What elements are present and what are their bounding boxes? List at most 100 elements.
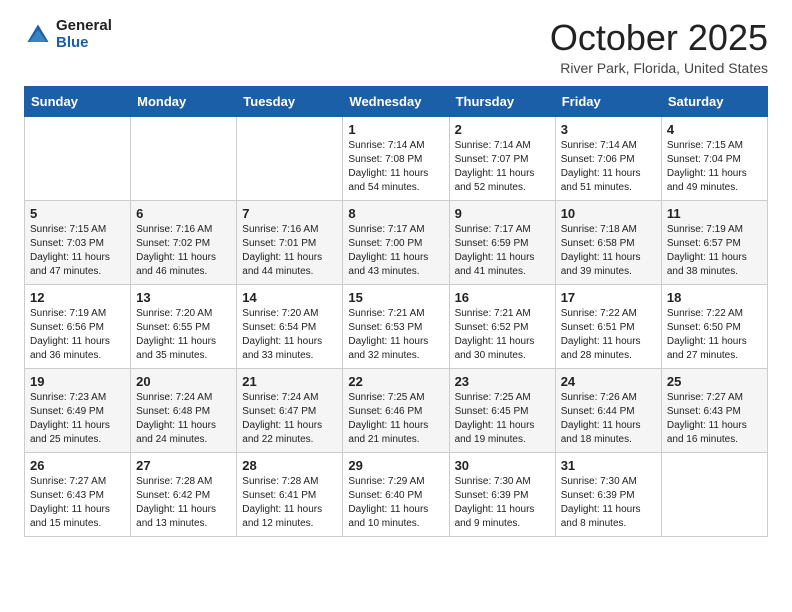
day-number: 26 [30,458,125,473]
cell-info: Sunrise: 7:21 AM Sunset: 6:53 PM Dayligh… [348,307,443,363]
day-number: 25 [667,374,762,389]
calendar-cell: 7Sunrise: 7:16 AM Sunset: 7:01 PM Daylig… [237,200,343,284]
day-number: 9 [455,206,550,221]
day-number: 28 [242,458,337,473]
calendar-cell: 2 Sunrise: 7:14 AM Sunset: 7:07 PM Daylig… [449,116,555,200]
calendar-header: Sunday Monday Tuesday Wednesday Thursday… [25,86,768,116]
col-wednesday: Wednesday [343,86,449,116]
day-number: 14 [242,290,337,305]
week-row-4: 19Sunrise: 7:23 AM Sunset: 6:49 PM Dayli… [25,368,768,452]
cell-info: Sunrise: 7:21 AM Sunset: 6:52 PM Dayligh… [455,307,550,363]
cell-info: Sunrise: 7:20 AM Sunset: 6:55 PM Dayligh… [136,307,231,363]
day-number: 8 [348,206,443,221]
day-number: 4 [667,122,762,137]
col-sunday: Sunday [25,86,131,116]
calendar-cell [25,116,131,200]
week-row-2: 5 Sunrise: 7:15 AM Sunset: 7:03 PM Daylig… [25,200,768,284]
cell-info: Sunrise: 7:19 AM Sunset: 6:57 PM Dayligh… [667,223,762,279]
calendar-cell: 21Sunrise: 7:24 AM Sunset: 6:47 PM Dayli… [237,368,343,452]
logo-icon [24,21,52,49]
day-number: 31 [561,458,656,473]
calendar-cell: 19Sunrise: 7:23 AM Sunset: 6:49 PM Dayli… [25,368,131,452]
day-number: 3 [561,122,656,137]
calendar-cell: 30Sunrise: 7:30 AM Sunset: 6:39 PM Dayli… [449,452,555,536]
calendar-cell: 4 Sunrise: 7:15 AM Sunset: 7:04 PM Daylig… [661,116,767,200]
cell-info: Sunrise: 7:20 AM Sunset: 6:54 PM Dayligh… [242,307,337,363]
cell-info: Sunrise: 7:14 AM Sunset: 7:07 PM Dayligh… [455,139,550,195]
cell-info: Sunrise: 7:26 AM Sunset: 6:44 PM Dayligh… [561,391,656,447]
day-number: 1 [348,122,443,137]
cell-info: Sunrise: 7:15 AM Sunset: 7:04 PM Dayligh… [667,139,762,195]
day-number: 11 [667,206,762,221]
logo-general: General [56,18,112,35]
day-number: 5 [30,206,125,221]
cell-info: Sunrise: 7:22 AM Sunset: 6:51 PM Dayligh… [561,307,656,363]
cell-info: Sunrise: 7:25 AM Sunset: 6:45 PM Dayligh… [455,391,550,447]
calendar-cell [661,452,767,536]
day-number: 2 [455,122,550,137]
calendar-cell: 20 Sunrise: 7:24 AM Sunset: 6:48 PM Dayli… [131,368,237,452]
calendar-cell: 13 Sunrise: 7:20 AM Sunset: 6:55 PM Dayli… [131,284,237,368]
cell-info: Sunrise: 7:28 AM Sunset: 6:41 PM Dayligh… [242,475,337,531]
cell-info: Sunrise: 7:28 AM Sunset: 6:42 PM Dayligh… [136,475,231,531]
day-number: 20 [136,374,231,389]
day-number: 23 [455,374,550,389]
day-number: 16 [455,290,550,305]
calendar-cell: 17 Sunrise: 7:22 AM Sunset: 6:51 PM Dayli… [555,284,661,368]
cell-info: Sunrise: 7:16 AM Sunset: 7:01 PM Dayligh… [242,223,337,279]
week-row-5: 26Sunrise: 7:27 AM Sunset: 6:43 PM Dayli… [25,452,768,536]
day-number: 10 [561,206,656,221]
calendar-cell: 18Sunrise: 7:22 AM Sunset: 6:50 PM Dayli… [661,284,767,368]
header-row: Sunday Monday Tuesday Wednesday Thursday… [25,86,768,116]
calendar-cell: 22 Sunrise: 7:25 AM Sunset: 6:46 PM Dayli… [343,368,449,452]
cell-info: Sunrise: 7:30 AM Sunset: 6:39 PM Dayligh… [455,475,550,531]
location: River Park, Florida, United States [550,60,768,76]
calendar-cell [237,116,343,200]
col-tuesday: Tuesday [237,86,343,116]
cell-info: Sunrise: 7:17 AM Sunset: 6:59 PM Dayligh… [455,223,550,279]
month-title: October 2025 [550,18,768,58]
logo-text: General Blue [56,18,112,51]
calendar-cell: 10 Sunrise: 7:18 AM Sunset: 6:58 PM Dayli… [555,200,661,284]
day-number: 15 [348,290,443,305]
cell-info: Sunrise: 7:29 AM Sunset: 6:40 PM Dayligh… [348,475,443,531]
calendar-cell: 9 Sunrise: 7:17 AM Sunset: 6:59 PM Daylig… [449,200,555,284]
calendar-cell: 8 Sunrise: 7:17 AM Sunset: 7:00 PM Daylig… [343,200,449,284]
cell-info: Sunrise: 7:17 AM Sunset: 7:00 PM Dayligh… [348,223,443,279]
calendar-cell: 3Sunrise: 7:14 AM Sunset: 7:06 PM Daylig… [555,116,661,200]
cell-info: Sunrise: 7:25 AM Sunset: 6:46 PM Dayligh… [348,391,443,447]
cell-info: Sunrise: 7:30 AM Sunset: 6:39 PM Dayligh… [561,475,656,531]
calendar-cell [131,116,237,200]
calendar-cell: 15 Sunrise: 7:21 AM Sunset: 6:53 PM Dayli… [343,284,449,368]
week-row-3: 12Sunrise: 7:19 AM Sunset: 6:56 PM Dayli… [25,284,768,368]
calendar-cell: 14 Sunrise: 7:20 AM Sunset: 6:54 PM Dayli… [237,284,343,368]
calendar-cell: 6 Sunrise: 7:16 AM Sunset: 7:02 PM Daylig… [131,200,237,284]
day-number: 6 [136,206,231,221]
cell-info: Sunrise: 7:24 AM Sunset: 6:48 PM Dayligh… [136,391,231,447]
calendar-cell: 12Sunrise: 7:19 AM Sunset: 6:56 PM Dayli… [25,284,131,368]
page-header: General Blue October 2025 River Park, Fl… [0,0,792,86]
day-number: 29 [348,458,443,473]
day-number: 18 [667,290,762,305]
calendar-cell: 26Sunrise: 7:27 AM Sunset: 6:43 PM Dayli… [25,452,131,536]
day-number: 27 [136,458,231,473]
day-number: 12 [30,290,125,305]
cell-info: Sunrise: 7:27 AM Sunset: 6:43 PM Dayligh… [667,391,762,447]
day-number: 13 [136,290,231,305]
cell-info: Sunrise: 7:14 AM Sunset: 7:08 PM Dayligh… [348,139,443,195]
logo: General Blue [24,18,112,51]
calendar-cell: 24Sunrise: 7:26 AM Sunset: 6:44 PM Dayli… [555,368,661,452]
cell-info: Sunrise: 7:15 AM Sunset: 7:03 PM Dayligh… [30,223,125,279]
calendar-table: Sunday Monday Tuesday Wednesday Thursday… [24,86,768,537]
calendar-cell: 29 Sunrise: 7:29 AM Sunset: 6:40 PM Dayli… [343,452,449,536]
title-block: October 2025 River Park, Florida, United… [550,18,768,76]
day-number: 17 [561,290,656,305]
col-friday: Friday [555,86,661,116]
calendar-cell: 1 Sunrise: 7:14 AM Sunset: 7:08 PM Daylig… [343,116,449,200]
calendar-cell: 25 Sunrise: 7:27 AM Sunset: 6:43 PM Dayli… [661,368,767,452]
cell-info: Sunrise: 7:16 AM Sunset: 7:02 PM Dayligh… [136,223,231,279]
col-thursday: Thursday [449,86,555,116]
day-number: 22 [348,374,443,389]
cell-info: Sunrise: 7:23 AM Sunset: 6:49 PM Dayligh… [30,391,125,447]
cell-info: Sunrise: 7:18 AM Sunset: 6:58 PM Dayligh… [561,223,656,279]
